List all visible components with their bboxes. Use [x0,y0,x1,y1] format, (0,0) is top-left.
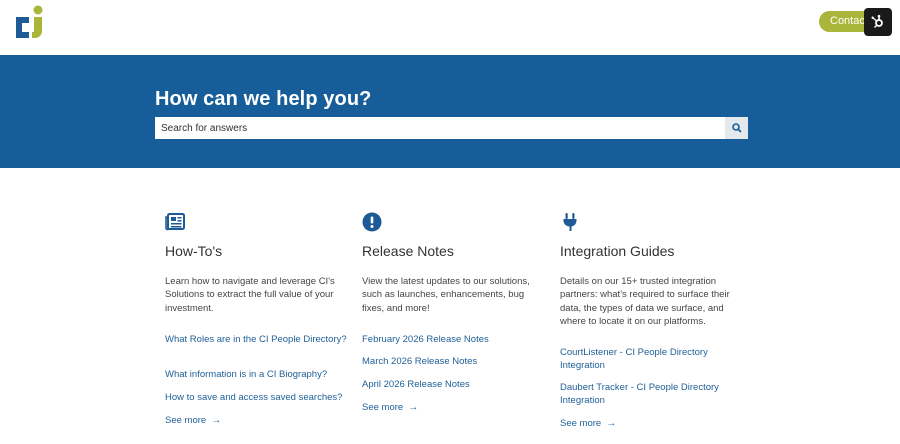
search-bar [155,117,748,139]
newspaper-icon [165,212,185,232]
arrow-right-icon: → [606,418,617,429]
column-release-notes: Release Notes View the latest updates to… [362,212,552,413]
arrow-right-icon: → [211,415,222,426]
article-link[interactable]: April 2026 Release Notes [362,378,552,391]
exclamation-circle-icon [362,212,382,232]
hero-title: How can we help you? [155,88,372,110]
see-more-link[interactable]: See more → [560,418,616,429]
arrow-right-icon: → [408,402,419,413]
search-icon [731,123,742,133]
hero-banner: How can we help you? [0,55,900,168]
column-description: Details on our 15+ trusted integration p… [560,276,730,327]
article-link[interactable]: February 2026 Release Notes [362,333,552,346]
article-link[interactable]: Daubert Tracker - CI People Directory In… [560,381,750,408]
search-button[interactable] [725,117,748,139]
ci-logo-icon[interactable] [14,3,46,39]
plug-icon [560,212,580,232]
search-input[interactable] [155,117,725,139]
hubspot-icon[interactable] [864,8,892,36]
article-link[interactable]: How to save and access saved searches? [165,391,355,404]
see-more-link[interactable]: See more → [165,415,221,426]
article-link[interactable]: What information is in a CI Biography? [165,368,355,381]
column-title: How-To's [165,243,223,259]
column-title: Release Notes [362,243,454,259]
column-how-tos: How-To's Learn how to navigate and lever… [165,212,355,426]
see-more-link[interactable]: See more → [362,402,418,413]
article-link[interactable]: CourtListener - CI People Directory Inte… [560,346,750,373]
article-link[interactable]: What Roles are in the CI People Director… [165,333,355,346]
column-title: Integration Guides [560,243,675,259]
top-bar: Contact [0,0,900,55]
column-description: Learn how to navigate and leverage CI's … [165,276,335,314]
article-link[interactable]: March 2026 Release Notes [362,355,552,368]
column-description: View the latest updates to our solutions… [362,276,530,314]
column-integration-guides: Integration Guides Details on our 15+ tr… [560,212,750,429]
